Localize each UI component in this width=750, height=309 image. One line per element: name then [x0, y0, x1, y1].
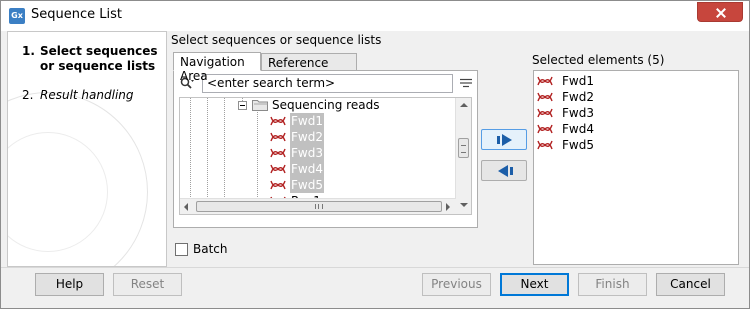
finish-button[interactable]: Finish	[578, 273, 647, 296]
sequence-icon	[537, 76, 553, 86]
next-button[interactable]: Next	[500, 273, 569, 296]
step-number: 1.	[22, 44, 35, 58]
arrow-left-icon	[498, 165, 513, 177]
button-bar-divider	[1, 267, 749, 268]
tree-item-fwd3[interactable]: Fwd3	[270, 145, 330, 161]
sequence-icon	[270, 132, 286, 142]
scroll-left-icon[interactable]	[184, 203, 188, 211]
scroll-down-icon[interactable]	[460, 203, 468, 207]
close-button[interactable]	[697, 2, 743, 22]
tree-item-label: Fwd4	[290, 161, 324, 177]
dialog-body: 1. Select sequences or sequence lists 2.…	[7, 31, 745, 267]
selected-elements-heading: Selected elements (5)	[532, 53, 665, 67]
cancel-button[interactable]: Cancel	[656, 273, 725, 296]
tree-item-fwd1[interactable]: Fwd1	[270, 113, 330, 129]
sequence-icon	[537, 124, 553, 134]
wizard-steps-panel: 1. Select sequences or sequence lists 2.…	[7, 31, 167, 267]
navigation-tree[interactable]: Sequencing reads Fwd1 Fwd2 Fwd3 Fwd4 Fwd…	[179, 97, 472, 215]
selected-elements-list[interactable]: Fwd1 Fwd2 Fwd3 Fwd4 Fwd5	[533, 70, 739, 265]
sequence-icon	[537, 140, 553, 150]
selected-item-fwd4[interactable]: Fwd4	[537, 121, 737, 137]
tree-item-label: Fwd5	[290, 177, 324, 193]
sequence-icon	[270, 164, 286, 174]
step-number: 2.	[22, 88, 34, 102]
selected-item-fwd2[interactable]: Fwd2	[537, 89, 737, 105]
sequence-icon	[270, 180, 286, 190]
selected-item-fwd1[interactable]: Fwd1	[537, 73, 737, 89]
search-input[interactable]: <enter search term>	[202, 74, 453, 93]
folder-icon	[252, 100, 268, 111]
step-label: Result handling	[40, 88, 134, 102]
selected-item-fwd3[interactable]: Fwd3	[537, 105, 737, 121]
tree-item-fwd2[interactable]: Fwd2	[270, 129, 330, 145]
selected-item-fwd5[interactable]: Fwd5	[537, 137, 737, 153]
step-label: Select sequences or sequence lists	[40, 44, 158, 73]
panel-heading: Select sequences or sequence lists	[171, 33, 382, 47]
selected-item-label: Fwd5	[562, 138, 594, 152]
filter-menu-icon[interactable]	[460, 78, 472, 90]
reset-button[interactable]: Reset	[113, 273, 182, 296]
help-button[interactable]: Help	[35, 273, 104, 296]
sequence-icon	[270, 116, 286, 126]
add-to-selection-button[interactable]	[481, 129, 527, 150]
tree-item-label: Fwd1	[290, 113, 324, 129]
vertical-scrollbar[interactable]	[455, 98, 471, 214]
folder-label: Sequencing reads	[272, 98, 380, 112]
vertical-scroll-thumb[interactable]	[458, 138, 469, 158]
tree-item-fwd5[interactable]: Fwd5	[270, 177, 330, 193]
scroll-up-icon[interactable]	[460, 103, 468, 107]
tree-item-label: Fwd3	[290, 145, 324, 161]
dialog-window: Gx Sequence List 1. Select sequences or …	[0, 0, 750, 309]
tab-navigation-area[interactable]: Navigation Area	[173, 52, 261, 83]
collapse-icon[interactable]	[238, 101, 247, 110]
sequence-icon	[537, 92, 553, 102]
batch-checkbox[interactable]	[175, 243, 188, 256]
sequence-icon	[270, 148, 286, 158]
remove-from-selection-button[interactable]	[481, 160, 527, 181]
horizontal-scroll-thumb[interactable]	[196, 201, 442, 212]
navigation-panel: <enter search term> Sequencing reads Fwd…	[173, 70, 478, 228]
window-title: Sequence List	[31, 7, 122, 22]
selected-item-label: Fwd4	[562, 122, 594, 136]
batch-label: Batch	[193, 242, 228, 256]
sequence-icon	[537, 108, 553, 118]
selected-item-label: Fwd1	[562, 74, 594, 88]
previous-button[interactable]: Previous	[422, 273, 491, 296]
scroll-right-icon[interactable]	[446, 203, 450, 211]
title-bar[interactable]: Gx Sequence List	[1, 1, 749, 31]
arrow-right-icon	[497, 134, 512, 146]
tree-item-label: Fwd2	[290, 129, 324, 145]
selected-item-label: Fwd2	[562, 90, 594, 104]
horizontal-scrollbar[interactable]	[180, 198, 456, 214]
tree-item-fwd4[interactable]: Fwd4	[270, 161, 330, 177]
selected-item-label: Fwd3	[562, 106, 594, 120]
app-icon: Gx	[9, 8, 25, 24]
